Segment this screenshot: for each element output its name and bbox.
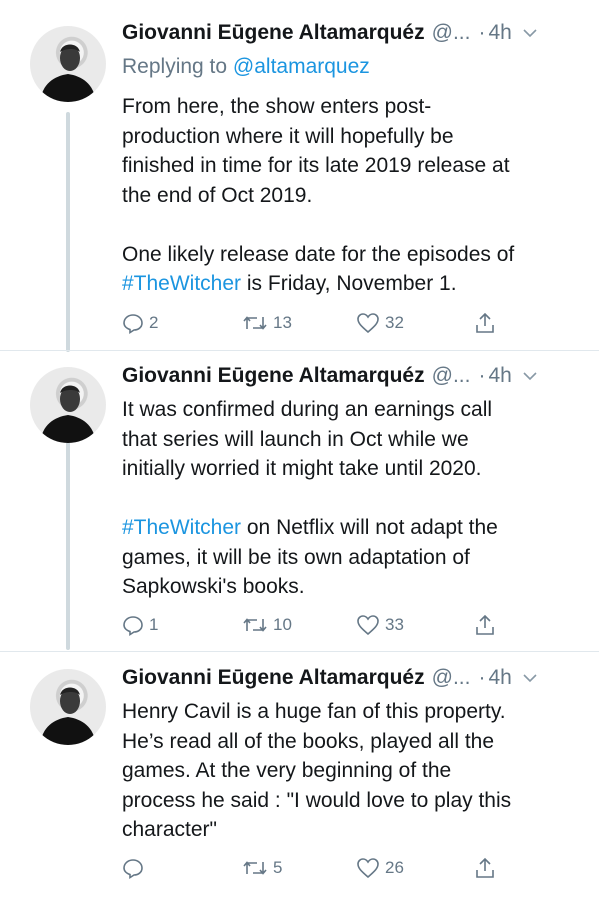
- share-icon: [476, 857, 494, 878]
- chevron-down-icon[interactable]: [522, 27, 538, 39]
- share-button[interactable]: [474, 309, 496, 337]
- tweet-text-part: It was confirmed during an earnings call…: [122, 398, 493, 480]
- tweet-text-part: is Friday, November 1.: [241, 272, 457, 295]
- replying-to: Replying to @altamarquez: [122, 55, 370, 79]
- heart-icon: [357, 615, 379, 636]
- reply-button[interactable]: 1: [122, 611, 158, 639]
- retweet-count: 5: [273, 858, 283, 877]
- share-icon: [476, 312, 494, 333]
- reply-icon: [123, 616, 143, 636]
- share-button[interactable]: [474, 611, 496, 639]
- heart-icon: [357, 858, 379, 879]
- heart-icon: [357, 313, 379, 334]
- separator-dot: ·: [478, 21, 486, 44]
- timestamp[interactable]: 4h: [488, 21, 511, 45]
- author-name[interactable]: Giovanni Eūgene Altamarquéz: [122, 21, 425, 45]
- like-button[interactable]: 32: [356, 309, 404, 337]
- like-button[interactable]: 26: [356, 854, 404, 882]
- avatar[interactable]: [30, 367, 106, 443]
- tweet-header: Giovanni Eūgene Altamarquéz @... · 4h: [122, 18, 581, 48]
- tweet-text-part: From here, the show enters post- product…: [122, 95, 515, 266]
- author-handle[interactable]: @...: [432, 364, 471, 388]
- tweet-actions: 2 13 32: [0, 309, 599, 337]
- person-silhouette-icon: [40, 385, 96, 443]
- retweet-button[interactable]: 13: [242, 309, 292, 337]
- chevron-down-icon[interactable]: [522, 672, 538, 684]
- like-button[interactable]: 33: [356, 611, 404, 639]
- author-name[interactable]: Giovanni Eūgene Altamarquéz: [122, 364, 425, 388]
- tweet[interactable]: Giovanni Eūgene Altamarquéz @... · 4h He…: [0, 652, 599, 898]
- author-handle[interactable]: @...: [432, 666, 471, 690]
- retweet-count: 13: [273, 313, 292, 332]
- reply-icon: [123, 859, 143, 879]
- avatar[interactable]: [30, 669, 106, 745]
- tweet-header: Giovanni Eūgene Altamarquéz @... · 4h: [122, 361, 581, 391]
- tweet-text: From here, the show enters post- product…: [122, 92, 579, 299]
- avatar[interactable]: [30, 26, 106, 102]
- tweet-header: Giovanni Eūgene Altamarquéz @... · 4h: [122, 663, 581, 693]
- tweet-text: It was confirmed during an earnings call…: [122, 395, 579, 602]
- chevron-down-icon[interactable]: [522, 370, 538, 382]
- tweet[interactable]: Giovanni Eūgene Altamarquéz @... · 4h Re…: [0, 0, 599, 350]
- hashtag-link[interactable]: #TheWitcher: [122, 516, 241, 539]
- person-silhouette-icon: [40, 44, 96, 102]
- tweet-actions: 5 26: [0, 854, 599, 882]
- reply-button[interactable]: [122, 854, 149, 882]
- tweet-text-part: Henry Cavil is a huge fan of this proper…: [122, 700, 512, 841]
- author-name[interactable]: Giovanni Eūgene Altamarquéz: [122, 666, 425, 690]
- separator-dot: ·: [478, 364, 486, 387]
- like-count: 26: [385, 858, 404, 877]
- share-button[interactable]: [474, 854, 496, 882]
- retweet-button[interactable]: 10: [242, 611, 292, 639]
- person-silhouette-icon: [40, 687, 96, 745]
- retweet-button[interactable]: 5: [242, 854, 282, 882]
- reply-count: 1: [149, 615, 159, 634]
- retweet-icon: [243, 316, 267, 330]
- timestamp[interactable]: 4h: [488, 364, 511, 388]
- timestamp[interactable]: 4h: [488, 666, 511, 690]
- reply-icon: [123, 314, 143, 334]
- reply-button[interactable]: 2: [122, 309, 158, 337]
- author-handle[interactable]: @...: [432, 21, 471, 45]
- tweet[interactable]: Giovanni Eūgene Altamarquéz @... · 4h It…: [0, 351, 599, 651]
- retweet-icon: [243, 861, 267, 875]
- tweet-text: Henry Cavil is a huge fan of this proper…: [122, 697, 579, 845]
- replying-to-handle[interactable]: @altamarquez: [233, 55, 370, 78]
- share-icon: [476, 614, 494, 635]
- like-count: 32: [385, 313, 404, 332]
- retweet-icon: [243, 618, 267, 632]
- like-count: 33: [385, 615, 404, 634]
- replying-to-label: Replying to: [122, 55, 233, 78]
- retweet-count: 10: [273, 615, 292, 634]
- reply-count: 2: [149, 313, 159, 332]
- tweet-actions: 1 10 33: [0, 611, 599, 639]
- hashtag-link[interactable]: #TheWitcher: [122, 272, 241, 295]
- separator-dot: ·: [478, 666, 486, 689]
